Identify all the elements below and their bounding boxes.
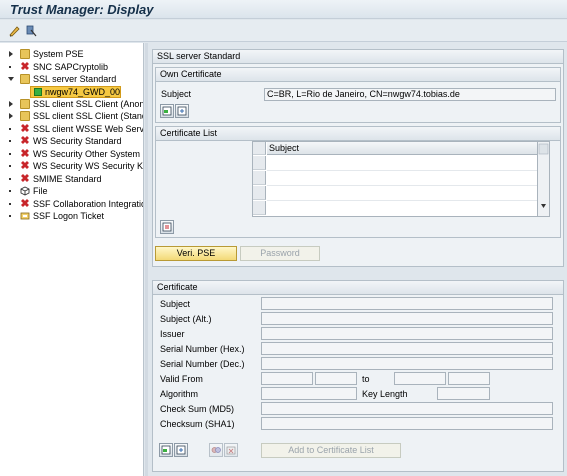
own-certificate-header: Own Certificate [156,68,560,82]
x-icon: ✖ [20,173,30,185]
splitter[interactable] [145,43,148,476]
tree-item-ws-security-other[interactable]: ✖ WS Security Other System E [0,148,143,160]
certificate-list-detail-icon[interactable] [160,220,174,234]
algorithm-label: Algorithm [160,389,199,399]
valid-from-time-field[interactable] [315,372,357,385]
title-bar: Trust Manager: Display [0,0,567,19]
chevron-down-icon[interactable] [8,77,14,81]
table-row-selector[interactable] [253,201,266,215]
key-length-label: Key Length [362,389,408,399]
certificate-detail-icon[interactable] [160,104,174,118]
password-label: Password [260,248,300,258]
serial-hex-label: Serial Number (Hex.) [160,344,245,354]
table-row-selector[interactable] [253,186,266,200]
folder-icon [20,74,30,84]
checksum-sha1-label: Checksum (SHA1) [160,419,235,429]
ssl-server-group: SSL server Standard Own Certificate Subj… [152,49,564,267]
compare-icon[interactable] [209,443,223,457]
valid-from-date-field[interactable] [261,372,313,385]
tree-item-ws-security-standard[interactable]: ✖ WS Security Standard [0,135,143,147]
tree-item-ws-security-key[interactable]: ✖ WS Security WS Security Ke [0,160,143,172]
checksum-sha1-field[interactable] [261,417,553,430]
tree-item-ssf-logon-ticket[interactable]: SSF Logon Ticket [0,210,143,222]
folder-icon [20,49,30,59]
toolbar [0,20,567,42]
serial-dec-field[interactable] [261,357,553,370]
issuer-field[interactable] [261,327,553,340]
certificate-table: Subject [252,141,550,217]
table-scrollbar[interactable] [537,142,549,216]
certificate-list-header: Certificate List [156,127,560,141]
import-certificate-icon[interactable] [159,443,173,457]
ssl-server-header: SSL server Standard [153,50,563,64]
delete-certificate-icon[interactable] [224,443,238,457]
file-icon [20,186,30,196]
own-subject-label: Subject [161,89,192,99]
tree-item-selected-pse[interactable]: nwgw74_GWD_00 [30,86,121,98]
add-to-certificate-list-label: Add to Certificate List [288,445,374,455]
certificate-list-group: Certificate List Subject [155,126,561,238]
tree-item-ssl-server-standard[interactable]: SSL server Standard [0,73,143,85]
tree-item-system-pse[interactable]: System PSE [0,48,143,60]
table-header-subject[interactable]: Subject [267,142,537,155]
certificate-group: Certificate Subject Subject (Alt.) Issue… [152,280,564,472]
own-certificate-group: Own Certificate Subject C=BR, L=Rio de J… [155,67,561,123]
ticket-icon [20,211,30,221]
valid-to-date-field[interactable] [394,372,446,385]
tree-item-ssl-client-standard[interactable]: SSL client SSL Client (Standa [0,110,143,122]
subject-label: Subject [160,299,191,309]
subject-field[interactable] [261,297,553,310]
pse-tree: System PSE ✖ SNC SAPCryptolib SSL server… [0,43,144,476]
x-icon: ✖ [20,135,30,147]
x-icon: ✖ [20,61,30,73]
add-to-certificate-list-button[interactable]: Add to Certificate List [261,443,401,458]
veri-pse-button[interactable]: Veri. PSE [155,246,237,261]
edit-icon[interactable] [8,24,22,38]
export-certificate-icon[interactable] [174,443,188,457]
chevron-right-icon[interactable] [9,113,13,119]
tree-item-snc-sapcryptolib[interactable]: ✖ SNC SAPCryptolib [0,61,143,73]
algorithm-field[interactable] [261,387,357,400]
x-icon: ✖ [20,160,30,172]
green-square-icon [34,88,42,96]
tree-item-file[interactable]: File [0,185,143,197]
window-title: Trust Manager: Display [10,2,154,17]
certificate-header: Certificate [153,281,563,295]
main-panel: SSL server Standard Own Certificate Subj… [149,43,567,476]
key-length-field[interactable] [437,387,490,400]
assign-icon[interactable] [24,24,38,38]
x-icon: ✖ [20,123,30,135]
tree-item-ssl-client-anon[interactable]: SSL client SSL Client (Anonym [0,98,143,110]
x-icon: ✖ [20,198,30,210]
tree-item-ssf-collaboration[interactable]: ✖ SSF Collaboration Integration [0,198,143,210]
table-row-selector[interactable] [253,156,266,170]
valid-from-label: Valid From [160,374,203,384]
veri-pse-label: Veri. PSE [176,248,216,258]
tree-item-ssl-client-wsse[interactable]: ✖ SSL client WSSE Web Servic [0,123,143,135]
certificate-export-icon[interactable] [175,104,189,118]
subject-alt-field[interactable] [261,312,553,325]
password-button[interactable]: Password [240,246,320,261]
folder-icon [20,111,30,121]
folder-icon [20,99,30,109]
chevron-right-icon[interactable] [9,101,13,107]
checksum-md5-field[interactable] [261,402,553,415]
subject-alt-label: Subject (Alt.) [160,314,212,324]
checksum-md5-label: Check Sum (MD5) [160,404,235,414]
serial-hex-field[interactable] [261,342,553,355]
serial-dec-label: Serial Number (Dec.) [160,359,245,369]
chevron-right-icon[interactable] [9,51,13,57]
issuer-label: Issuer [160,329,185,339]
valid-to-time-field[interactable] [448,372,490,385]
own-subject-field[interactable]: C=BR, L=Rio de Janeiro, CN=nwgw74.tobias… [264,88,556,101]
table-row-selector[interactable] [253,171,266,185]
to-label: to [362,374,370,384]
x-icon: ✖ [20,148,30,160]
tree-item-smime-standard[interactable]: ✖ SMIME Standard [0,173,143,185]
